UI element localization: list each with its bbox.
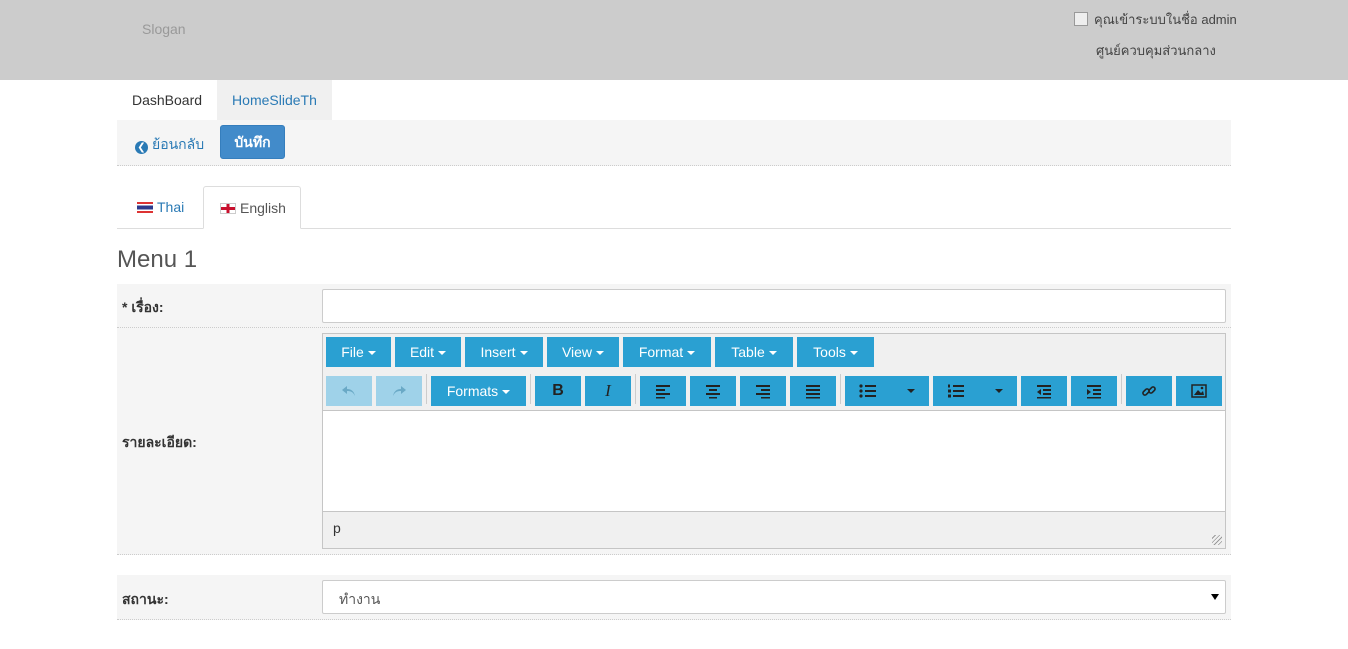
toolbar-separator bbox=[1121, 374, 1122, 404]
rich-text-editor: File Edit Insert View Format Table Tools… bbox=[322, 333, 1226, 549]
menu-view-label: View bbox=[561, 344, 593, 360]
caret-down-icon bbox=[438, 351, 447, 355]
align-center-icon bbox=[706, 385, 720, 399]
menu-table[interactable]: Table bbox=[715, 337, 793, 367]
editor-status-path[interactable]: p bbox=[333, 520, 341, 536]
resize-grip-icon[interactable] bbox=[1212, 535, 1222, 545]
toolbar-separator bbox=[840, 374, 841, 404]
bold-button[interactable]: B bbox=[535, 376, 581, 406]
menu-insert-label: Insert bbox=[480, 344, 516, 360]
caret-down-icon bbox=[367, 351, 376, 355]
align-left-button[interactable] bbox=[640, 376, 686, 406]
caret-down-icon bbox=[519, 351, 528, 355]
uk-flag-icon bbox=[220, 203, 236, 214]
formats-label: Formats bbox=[446, 383, 499, 399]
thai-flag-icon bbox=[137, 202, 153, 213]
user-login-text: คุณเข้าระบบในชื่อ admin bbox=[1094, 12, 1237, 27]
bullet-list-icon bbox=[859, 384, 876, 398]
indent-button[interactable] bbox=[1071, 376, 1117, 406]
insert-image-button[interactable] bbox=[1176, 376, 1222, 406]
menu-tools[interactable]: Tools bbox=[797, 337, 874, 367]
user-info: คุณเข้าระบบในชื่อ admin bbox=[1074, 9, 1237, 30]
redo-icon bbox=[393, 386, 406, 396]
back-label: ย้อนกลับ bbox=[152, 136, 205, 152]
menu-edit-label: Edit bbox=[409, 344, 435, 360]
form-row-title: * เรื่อง: bbox=[117, 284, 1231, 328]
menu-file[interactable]: File bbox=[326, 337, 391, 367]
caret-down-icon bbox=[502, 390, 511, 394]
caret-down-icon bbox=[687, 351, 696, 355]
indent-icon bbox=[1087, 385, 1101, 399]
back-link[interactable]: ❮ ย้อนกลับ bbox=[135, 134, 204, 156]
top-header: Slogan คุณเข้าระบบในชื่อ admin ศูนย์ควบค… bbox=[0, 0, 1348, 80]
arrow-left-circle-icon: ❮ bbox=[135, 141, 148, 154]
numbered-list-button[interactable] bbox=[933, 376, 1017, 406]
form-row-detail: รายละเอียด: File Edit Insert View Format… bbox=[117, 328, 1231, 555]
outdent-icon bbox=[1037, 385, 1051, 399]
align-justify-icon bbox=[806, 385, 820, 399]
save-button[interactable]: บันทึก bbox=[220, 125, 285, 159]
menu-format[interactable]: Format bbox=[623, 337, 711, 367]
italic-button[interactable]: I bbox=[585, 376, 631, 406]
caret-down-icon bbox=[768, 351, 777, 355]
main-nav: DashBoard HomeSlideTh bbox=[117, 80, 332, 120]
redo-button[interactable] bbox=[376, 376, 422, 406]
align-right-icon bbox=[756, 385, 770, 399]
editor-content-area[interactable] bbox=[323, 410, 1225, 512]
menu-file-label: File bbox=[341, 344, 364, 360]
user-avatar-icon bbox=[1074, 12, 1088, 26]
align-justify-button[interactable] bbox=[790, 376, 836, 406]
tab-thai[interactable]: Thai bbox=[117, 186, 204, 228]
status-selected-value: ทำงาน bbox=[339, 591, 381, 607]
toolbar-separator bbox=[426, 374, 427, 404]
undo-button[interactable] bbox=[326, 376, 372, 406]
language-tabs: Thai English bbox=[117, 186, 1231, 229]
status-label: สถานะ: bbox=[122, 591, 169, 607]
menu-format-label: Format bbox=[638, 344, 684, 360]
menu-table-label: Table bbox=[731, 344, 765, 360]
insert-link-button[interactable] bbox=[1126, 376, 1172, 406]
outdent-button[interactable] bbox=[1021, 376, 1067, 406]
tab-thai-label: Thai bbox=[157, 199, 185, 215]
link-icon bbox=[1142, 386, 1156, 396]
caret-down-icon bbox=[995, 389, 1003, 393]
org-name: ศูนย์ควบคุมส่วนกลาง bbox=[1096, 43, 1216, 58]
tab-english[interactable]: English bbox=[203, 186, 301, 229]
menu-edit[interactable]: Edit bbox=[395, 337, 461, 367]
nav-item-dashboard[interactable]: DashBoard bbox=[117, 80, 217, 120]
toolbar-separator bbox=[635, 374, 636, 404]
toolbar-separator bbox=[530, 374, 531, 404]
menu-insert[interactable]: Insert bbox=[465, 337, 543, 367]
bullet-list-button[interactable] bbox=[845, 376, 929, 406]
tab-english-label: English bbox=[240, 200, 286, 216]
align-center-button[interactable] bbox=[690, 376, 736, 406]
title-input[interactable] bbox=[322, 289, 1226, 323]
caret-down-icon bbox=[907, 389, 915, 393]
align-right-button[interactable] bbox=[740, 376, 786, 406]
action-toolbar: ❮ ย้อนกลับ บันทึก bbox=[117, 120, 1231, 166]
status-select[interactable]: ทำงาน bbox=[322, 580, 1226, 614]
section-title: Menu 1 bbox=[117, 246, 198, 273]
nav-item-homeslideth[interactable]: HomeSlideTh bbox=[217, 80, 332, 120]
detail-label: รายละเอียด: bbox=[122, 434, 197, 450]
menu-view[interactable]: View bbox=[547, 337, 619, 367]
slogan: Slogan bbox=[142, 21, 186, 37]
image-icon bbox=[1191, 384, 1207, 398]
caret-down-icon bbox=[596, 351, 605, 355]
title-label: * เรื่อง: bbox=[122, 299, 164, 315]
formats-dropdown[interactable]: Formats bbox=[431, 376, 526, 406]
undo-icon bbox=[342, 386, 355, 396]
caret-down-icon bbox=[849, 351, 858, 355]
numbered-list-icon bbox=[948, 384, 964, 398]
form-row-status: สถานะ: ทำงาน bbox=[117, 575, 1231, 620]
align-left-icon bbox=[656, 385, 670, 399]
menu-tools-label: Tools bbox=[813, 344, 846, 360]
chevron-down-icon bbox=[1211, 594, 1219, 600]
